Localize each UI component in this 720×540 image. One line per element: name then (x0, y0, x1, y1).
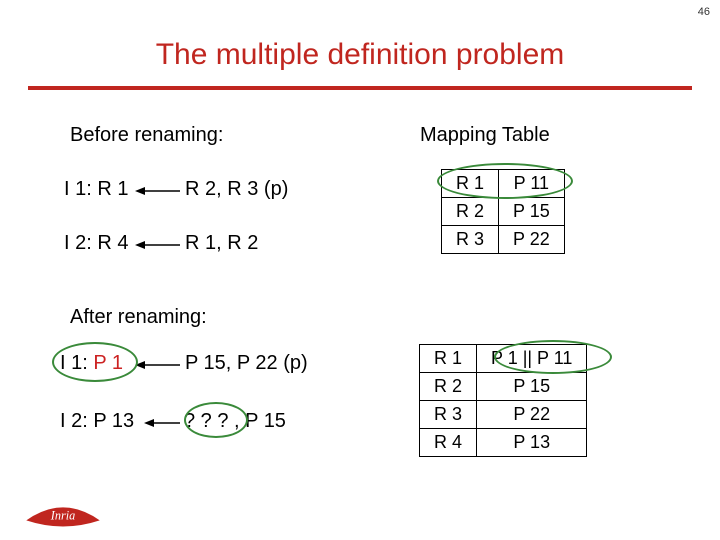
logo-text: Inria (50, 509, 75, 523)
table-row: R 2 P 15 (420, 373, 587, 401)
after-i1-rhs: P 15, P 22 (p) (185, 352, 308, 375)
before-i1-lhs: I 1: R 1 (64, 178, 128, 201)
cell-r2: R 2 (420, 373, 477, 401)
mapping-table-before: R 1 P 11 R 2 P 15 R 3 P 22 (441, 169, 565, 254)
page-number: 46 (698, 6, 710, 18)
cell-r3: R 3 (442, 226, 499, 254)
label-after-renaming: After renaming: (70, 306, 207, 329)
cell-p15: P 15 (477, 373, 587, 401)
table-row: R 1 P 1 || P 11 (420, 345, 587, 373)
cell-r3: R 3 (420, 401, 477, 429)
cell-p1-p11: P 1 || P 11 (477, 345, 587, 373)
mapping-table-after: R 1 P 1 || P 11 R 2 P 15 R 3 P 22 R 4 P … (419, 344, 587, 457)
table-row: R 3 P 22 (442, 226, 565, 254)
inria-logo: Inria (24, 502, 102, 528)
title-underline (28, 86, 692, 90)
after-i1-lhs: I 1: P 1 (60, 352, 123, 375)
cell-r2: R 2 (442, 198, 499, 226)
before-i2-rhs: R 1, R 2 (185, 232, 258, 255)
arrow-icon (135, 240, 180, 252)
after-i2-lhs: I 2: P 13 (60, 410, 134, 433)
cell-r1: R 1 (442, 170, 499, 198)
cell-p22: P 22 (499, 226, 565, 254)
before-i2-lhs: I 2: R 4 (64, 232, 128, 255)
cell-p22: P 22 (477, 401, 587, 429)
cell-r1: R 1 (420, 345, 477, 373)
cell-p13: P 13 (477, 429, 587, 457)
arrow-icon (135, 360, 180, 372)
cell-r4: R 4 (420, 429, 477, 457)
table-row: R 3 P 22 (420, 401, 587, 429)
label-mapping-table: Mapping Table (420, 124, 550, 147)
after-i2-rhs: ? ? ? , P 15 (184, 410, 286, 433)
arrow-icon (135, 186, 180, 198)
cell-p15: P 15 (499, 198, 565, 226)
after-i1-prefix: I 1: (60, 352, 93, 374)
slide-title: The multiple definition problem (0, 38, 720, 72)
cell-p11: P 11 (499, 170, 565, 198)
label-before-renaming: Before renaming: (70, 124, 223, 147)
table-row: R 1 P 11 (442, 170, 565, 198)
after-i1-p1: P 1 (93, 352, 123, 374)
table-row: R 4 P 13 (420, 429, 587, 457)
arrow-icon (144, 418, 180, 430)
before-i1-rhs: R 2, R 3 (p) (185, 178, 288, 201)
table-row: R 2 P 15 (442, 198, 565, 226)
